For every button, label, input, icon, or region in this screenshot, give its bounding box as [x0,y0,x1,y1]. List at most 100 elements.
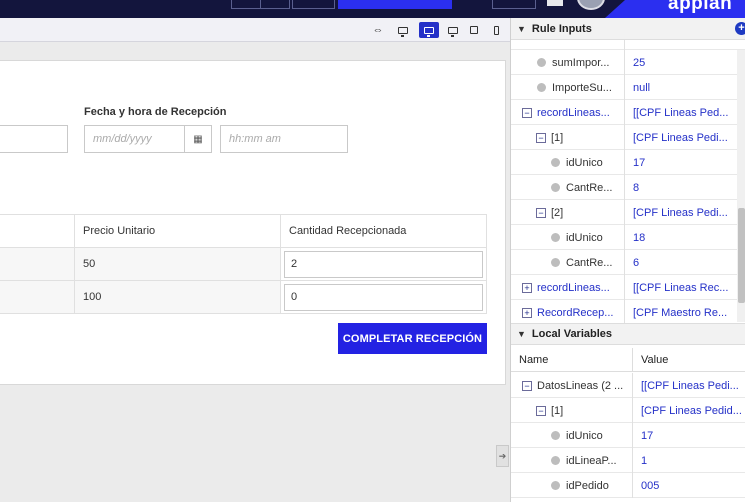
cantidad-input[interactable]: 2 [284,250,483,278]
collapse-icon[interactable]: − [536,132,546,143]
tree-value: 1 [641,454,648,467]
leaf-dot-icon [537,58,546,67]
apps-grid-icon[interactable] [547,0,563,6]
tablet-icon[interactable] [465,22,483,38]
table-row: 100 0 [0,280,487,314]
list-item[interactable]: idUnico 17 [511,423,745,448]
tree-name-cell: idLineaP... [511,448,633,473]
grid-header-cantidad: Cantidad Recepcionada [280,214,487,248]
tree-name-cell: CantRe... [511,250,625,275]
column-divider[interactable] [632,348,633,372]
phone-icon[interactable] [487,22,505,38]
list-item[interactable]: idLineaP... 1 [511,448,745,473]
list-item[interactable]: idUnico 17 [511,150,745,175]
list-item[interactable]: CantRe... 8 [511,175,745,200]
expand-icon[interactable]: + [522,282,532,293]
table-row: 50 2 [0,247,487,281]
app-header: appian [0,0,745,18]
list-item[interactable]: CantRe... 6 [511,250,745,275]
laptop-icon[interactable] [444,22,462,38]
tree-value: 17 [641,429,654,442]
tree-label: CantRe... [566,181,613,194]
tree-name-cell: idPedido [511,473,633,498]
header-tab[interactable] [231,0,261,9]
tree-name-cell: − [1] [511,398,633,423]
desktop-icon[interactable] [394,22,412,38]
tree-label: [1] [551,131,564,144]
fit-width-icon[interactable]: ⇔ [369,22,387,38]
grid-cell-precio: 50 [74,247,281,281]
complete-reception-button[interactable]: COMPLETAR RECEPCIÓN [338,323,487,354]
designer-canvas: ⇔ Fecha y hora de Recepción mm/dd/yyyy ▦… [0,18,510,502]
tree-name-cell: − [1] [511,125,625,150]
list-item[interactable]: idUnico 18 [511,225,745,250]
tree-label: DatosLineas (2 ... [537,379,624,392]
grid-header-cell [0,214,75,248]
calendar-icon[interactable]: ▦ [184,125,212,153]
rule-inputs-tree: sumImpor... 25 ImporteSu... null − record… [511,40,745,323]
tree-value: [CPF Lineas Pedid... [641,404,742,417]
tree-name-cell: − [2] [511,200,625,225]
grid-cell-cantidad: 0 [280,280,487,314]
list-item[interactable]: idPedido 005 [511,473,745,498]
cantidad-input[interactable]: 0 [284,283,483,311]
tree-value: null [633,81,651,94]
reception-datetime-label: Fecha y hora de Recepción [84,106,227,118]
form-preview: Fecha y hora de Recepción mm/dd/yyyy ▦ h… [0,60,506,385]
chevron-right-icon[interactable]: ➔ [496,445,509,467]
add-icon[interactable]: + [735,22,745,35]
list-item [511,40,745,50]
rule-inputs-header[interactable]: ▼ Rule Inputs + [511,18,745,40]
tree-value: [[CPF Lineas Pedi... [641,379,739,392]
header-input[interactable] [492,0,536,9]
leaf-dot-icon [551,258,560,267]
grid-header-precio: Precio Unitario [74,214,281,248]
list-item[interactable]: − [2] [CPF Lineas Pedi... [511,200,745,225]
collapse-icon[interactable]: − [522,380,532,391]
header-tab[interactable] [260,0,290,9]
list-item[interactable]: − recordLineas... [[CPF Lineas Ped... [511,100,745,125]
tree-label: idUnico [566,231,603,244]
tree-name-cell: ImporteSu... [511,75,625,100]
list-item[interactable]: + recordLineas... [[CPF Lineas Rec... [511,275,745,300]
leaf-dot-icon [551,158,560,167]
tree-label: idUnico [566,429,603,442]
desktop-wide-icon[interactable] [419,22,439,38]
leaf-dot-icon [551,233,560,242]
local-variables-header[interactable]: ▼ Local Variables [511,323,745,345]
text-field[interactable] [0,125,68,153]
inputs-panel: ▼ Rule Inputs + sumImpor... 25 ImporteSu… [510,18,745,502]
expand-icon[interactable]: + [522,307,532,318]
list-item[interactable]: sumImpor... 25 [511,50,745,75]
tree-value: [CPF Lineas Pedi... [633,131,728,144]
scrollbar-thumb[interactable] [738,208,745,303]
list-item[interactable]: ImporteSu... null [511,75,745,100]
time-field[interactable]: hh:mm am [220,125,348,153]
collapse-icon[interactable]: − [522,107,532,118]
leaf-dot-icon [551,183,560,192]
header-tab[interactable] [292,0,335,9]
list-item[interactable]: + RecordRecep... [CPF Maestro Re... [511,300,745,323]
tree-name-cell: sumImpor... [511,50,625,75]
grid-cell-cantidad: 2 [280,247,487,281]
grid-cell-precio: 100 [74,280,281,314]
list-item[interactable]: − DatosLineas (2 ... [[CPF Lineas Pedi... [511,373,745,398]
tree-name-cell: idUnico [511,225,625,250]
leaf-dot-icon [551,456,560,465]
caret-down-icon: ▼ [517,23,526,34]
header-primary-button[interactable] [338,0,452,9]
grid-cell [0,280,75,314]
list-item[interactable]: − [1] [CPF Lineas Pedi... [511,125,745,150]
tree-label: ImporteSu... [552,81,612,94]
tree-value: [[CPF Lineas Rec... [633,281,729,294]
collapse-icon[interactable]: − [536,207,546,218]
tree-label: recordLineas... [537,106,610,119]
lines-grid: Precio Unitario Cantidad Recepcionada 50… [0,214,487,314]
tree-label: idPedido [566,479,609,492]
collapse-icon[interactable]: − [536,405,546,416]
date-field[interactable]: mm/dd/yyyy [84,125,185,153]
leaf-dot-icon [551,481,560,490]
avatar[interactable] [577,0,605,10]
appian-logo: appian [668,0,733,14]
list-item[interactable]: − [1] [CPF Lineas Pedid... [511,398,745,423]
